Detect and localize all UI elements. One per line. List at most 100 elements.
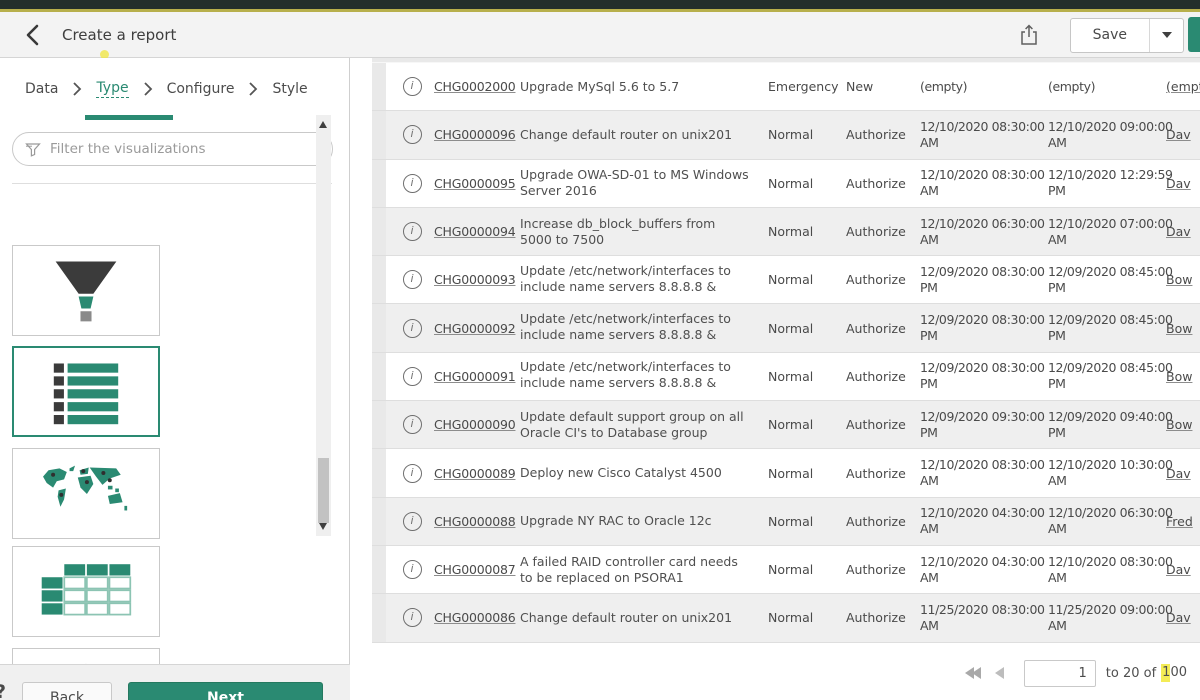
table-row[interactable]: i CHG0000095 Upgrade OWA-SD-01 to MS Win… [372, 160, 1200, 208]
filter-visualizations-input[interactable] [50, 141, 332, 157]
assigned-to-link[interactable]: Dav [1166, 466, 1200, 481]
viz-thumbnail-heatmap-table[interactable] [12, 546, 160, 637]
short-description-cell: Update default support group on all Orac… [520, 409, 760, 441]
priority-cell: Normal [760, 562, 838, 577]
table-row[interactable]: i CHG0000092 Update /etc/network/interfa… [372, 304, 1200, 352]
previous-page-button[interactable] [995, 667, 1004, 679]
state-cell: Authorize [838, 176, 910, 191]
info-cell: i [390, 270, 434, 289]
assigned-to-link[interactable]: Dav [1166, 176, 1200, 191]
short-description-cell: Change default router on unix201 [520, 127, 760, 143]
viz-thumbnail-list[interactable] [12, 346, 160, 437]
app-header: Create a report Save [0, 12, 1200, 58]
info-icon[interactable]: i [403, 608, 422, 627]
info-icon[interactable]: i [403, 415, 422, 434]
assigned-to-link[interactable]: Dav [1166, 562, 1200, 577]
change-number-link[interactable]: CHG0000093 [434, 272, 520, 287]
assigned-to-link[interactable]: Bow [1166, 272, 1200, 287]
share-icon[interactable] [1014, 20, 1044, 50]
start-date-cell: 12/10/2020 08:30:00 AM [910, 119, 1038, 151]
change-number-link[interactable]: CHG0000087 [434, 562, 520, 577]
step-configure[interactable]: Configure [167, 81, 235, 97]
back-button[interactable]: Back [22, 682, 112, 700]
save-button[interactable]: Save [1071, 19, 1149, 52]
viz-thumbnail-world-map[interactable] [12, 448, 160, 539]
info-cell: i [390, 367, 434, 386]
viz-thumbnail-funnel[interactable] [12, 245, 160, 336]
info-icon[interactable]: i [403, 319, 422, 338]
table-row[interactable]: i CHG0000086 Change default router on un… [372, 594, 1200, 642]
change-number-link[interactable]: CHG0000096 [434, 127, 520, 142]
table-row[interactable]: i CHG0000087 A failed RAID controller ca… [372, 546, 1200, 594]
change-number-link[interactable]: CHG0000089 [434, 466, 520, 481]
first-page-button[interactable] [965, 667, 981, 679]
change-number-link[interactable]: CHG0000095 [434, 176, 520, 191]
scrollbar-thumb[interactable] [318, 458, 329, 523]
scroll-up-icon[interactable] [319, 121, 327, 128]
change-number-link[interactable]: CHG0002000 [434, 79, 520, 94]
table-row[interactable]: i CHG0000089 Deploy new Cisco Catalyst 4… [372, 449, 1200, 497]
info-cell: i [390, 464, 434, 483]
change-number-link[interactable]: CHG0000090 [434, 417, 520, 432]
viz-thumbnail-pyramid[interactable] [12, 648, 160, 664]
state-cell: Authorize [838, 562, 910, 577]
info-icon[interactable]: i [403, 270, 422, 289]
short-description-cell: Upgrade MySql 5.6 to 5.7 [520, 79, 760, 95]
clipped-column-sliver [372, 111, 386, 158]
info-icon[interactable]: i [403, 512, 422, 531]
step-type[interactable]: Type [96, 80, 128, 98]
scroll-down-icon[interactable] [319, 523, 327, 530]
assigned-to-link[interactable]: Dav [1166, 610, 1200, 625]
end-date-cell: 12/10/2020 10:30:00 AM [1038, 457, 1166, 489]
state-cell: Authorize [838, 466, 910, 481]
change-number-link[interactable]: CHG0000091 [434, 369, 520, 384]
table-row[interactable]: i CHG0000091 Update /etc/network/interfa… [372, 353, 1200, 401]
funnel-chart-icon [40, 256, 132, 326]
assigned-to-link[interactable]: Bow [1166, 417, 1200, 432]
info-icon[interactable]: i [403, 77, 422, 96]
assigned-to-link[interactable]: (empty) [1166, 79, 1200, 94]
page-number-input[interactable] [1024, 660, 1096, 687]
info-icon[interactable]: i [403, 174, 422, 193]
change-number-link[interactable]: CHG0000086 [434, 610, 520, 625]
assigned-to-link[interactable]: Bow [1166, 369, 1200, 384]
chevron-right-icon [72, 81, 82, 97]
info-icon[interactable]: i [403, 367, 422, 386]
table-row[interactable]: i CHG0002000 Upgrade MySql 5.6 to 5.7 Em… [372, 63, 1200, 111]
info-icon[interactable]: i [403, 560, 422, 579]
change-number-link[interactable]: CHG0000094 [434, 224, 520, 239]
end-date-cell: 12/10/2020 06:30:00 AM [1038, 505, 1166, 537]
help-icon[interactable]: ? [0, 681, 6, 700]
step-style[interactable]: Style [272, 81, 307, 97]
change-number-link[interactable]: CHG0000092 [434, 321, 520, 336]
assigned-to-link[interactable]: Fred [1166, 514, 1200, 529]
info-cell: i [390, 512, 434, 531]
save-dropdown-button[interactable] [1149, 19, 1183, 52]
assigned-to-link[interactable]: Dav [1166, 224, 1200, 239]
short-description-cell: Upgrade OWA-SD-01 to MS Windows Server 2… [520, 167, 760, 199]
priority-cell: Normal [760, 514, 838, 529]
info-icon[interactable]: i [403, 125, 422, 144]
assigned-to-link[interactable]: Bow [1166, 321, 1200, 336]
short-description-cell: Increase db_block_buffers from 5000 to 7… [520, 216, 760, 248]
table-row[interactable]: i CHG0000090 Update default support grou… [372, 401, 1200, 449]
back-arrow-button[interactable] [20, 21, 48, 49]
clipped-column-sliver [372, 304, 386, 351]
table-row[interactable]: i CHG0000096 Change default router on un… [372, 111, 1200, 159]
pagination-total: 100 [1161, 664, 1188, 682]
clipped-primary-button[interactable] [1188, 17, 1200, 52]
table-row[interactable]: i CHG0000093 Update /etc/network/interfa… [372, 256, 1200, 304]
step-data[interactable]: Data [25, 81, 58, 97]
info-cell: i [390, 125, 434, 144]
info-icon[interactable]: i [403, 222, 422, 241]
pagination-range-text: to 20 of [1106, 666, 1156, 681]
table-row[interactable]: i CHG0000088 Upgrade NY RAC to Oracle 12… [372, 498, 1200, 546]
table-row[interactable]: i CHG0000094 Increase db_block_buffers f… [372, 208, 1200, 256]
end-date-cell: 12/10/2020 12:29:59 PM [1038, 167, 1166, 199]
change-number-link[interactable]: CHG0000088 [434, 514, 520, 529]
assigned-to-link[interactable]: Dav [1166, 127, 1200, 142]
priority-cell: Normal [760, 321, 838, 336]
info-icon[interactable]: i [403, 464, 422, 483]
viz-list-scrollbar[interactable] [316, 115, 331, 536]
next-button[interactable]: Next [128, 682, 323, 700]
